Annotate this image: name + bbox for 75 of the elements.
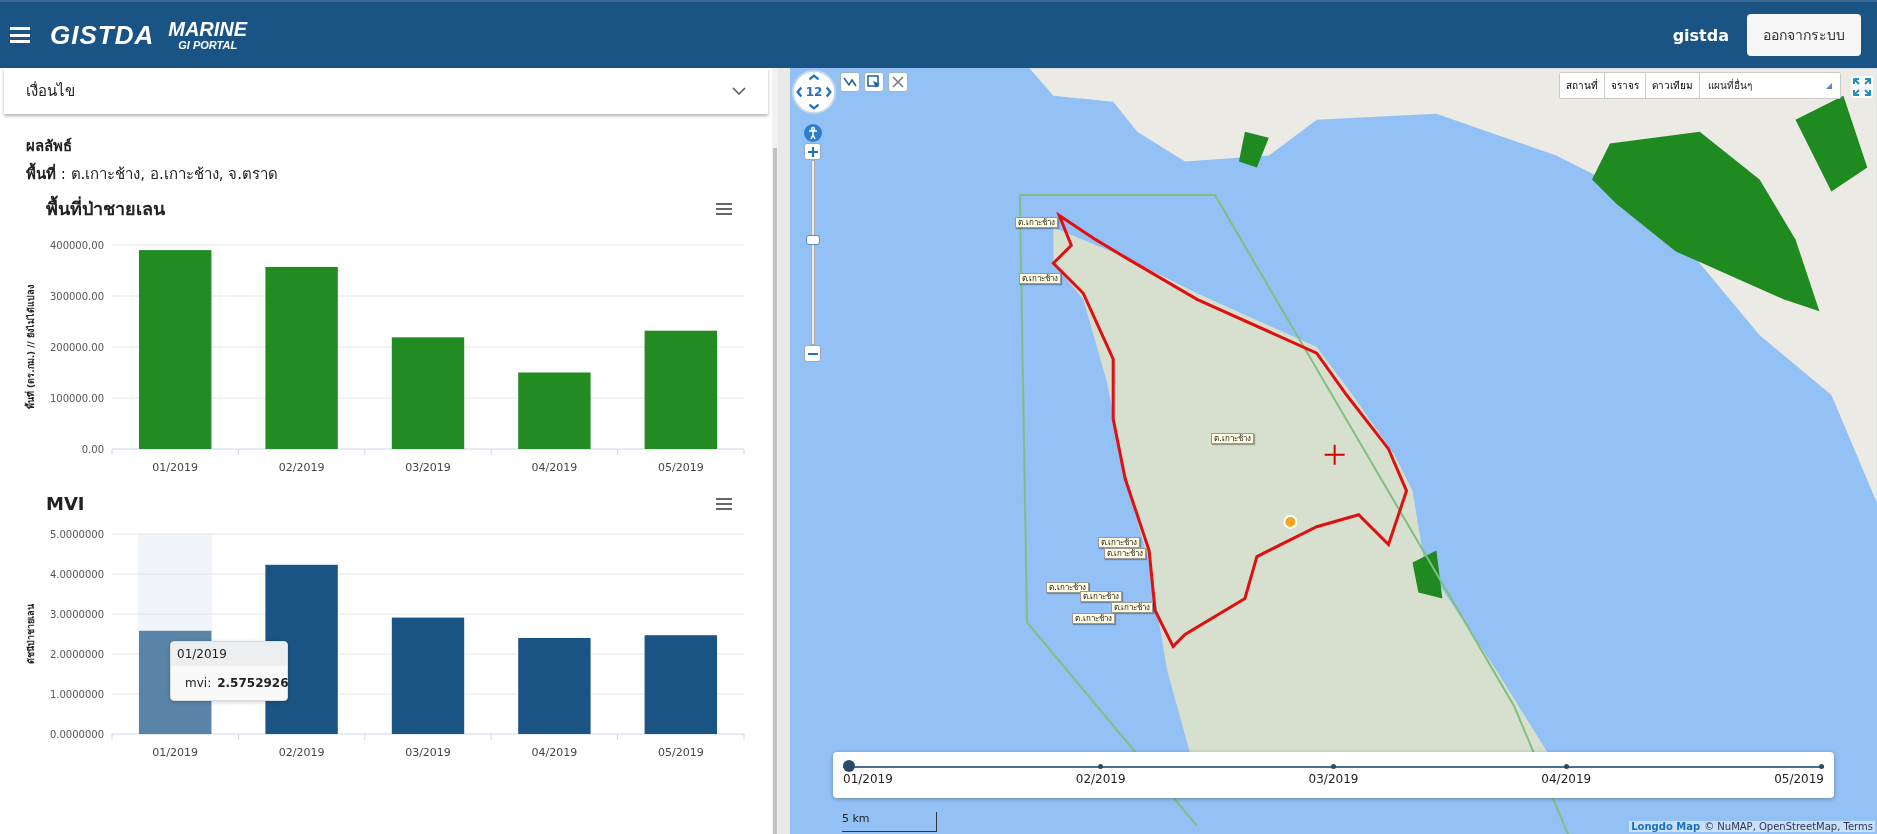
person-icon[interactable] (804, 124, 822, 142)
axis-label: 1.0000000 (49, 689, 104, 700)
axis-label: 4.0000000 (49, 569, 104, 580)
zoom-level: 12 (805, 85, 823, 99)
timeline-step[interactable]: 01/2019 (843, 760, 893, 786)
scrollbar[interactable] (772, 68, 778, 834)
brand-logo: GISTDA (50, 19, 155, 51)
axis-title: พื้นที่ (ตร.กม.) // ยังไม่ได้แปลง (26, 285, 36, 409)
logout-button[interactable]: ออกจากระบบ (1747, 14, 1861, 56)
marker-label[interactable]: ต.เกาะช้าง (1079, 591, 1123, 603)
axis-label: 400000.00 (49, 240, 104, 251)
axis-label: 02/2019 (278, 461, 325, 474)
chart-title: MVI (46, 493, 85, 514)
axis-label: 0.00 (81, 444, 104, 455)
slider-thumb[interactable] (806, 234, 820, 245)
conditions-accordion[interactable]: เงื่อนไข (4, 68, 768, 114)
accordion-title: เงื่อนไข (26, 80, 75, 102)
area-text: พื้นที่ : ต.เกาะช้าง, อ.เกาะช้าง, จ.ตราด (26, 162, 746, 186)
axis-label: 03/2019 (405, 746, 451, 759)
timeline-step[interactable]: 05/2019 (1774, 760, 1824, 786)
axis-label: 04/2019 (531, 746, 578, 759)
bar[interactable] (391, 617, 465, 734)
axis-label: 0.0000000 (49, 729, 104, 740)
scale-bar: 5 km (842, 812, 937, 832)
logo-subtitle: GI PORTAL (178, 39, 238, 51)
marker-label[interactable]: ต.เกาะช้าง (1018, 272, 1062, 284)
marker-label[interactable]: ต.เกาะช้าง (1046, 581, 1089, 593)
fullscreen-icon[interactable] (1851, 76, 1873, 98)
layer-dropdown[interactable]: แผนที่อื่นๆ (1700, 73, 1840, 98)
zoom-slider[interactable] (805, 160, 821, 345)
chart-title: พื้นที่ป่าชายเลน (46, 194, 165, 223)
menu-icon[interactable] (716, 497, 732, 510)
marker-label[interactable]: ต.เกาะช้าง (1015, 216, 1058, 228)
caret-icon (1826, 82, 1832, 89)
logo-title: MARINE (168, 19, 248, 39)
marker-label[interactable]: ต.เกาะช้าง (1103, 548, 1147, 560)
axis-label: 2.0000000 (49, 649, 104, 660)
marker-label[interactable]: ต.เกาะช้าง (1072, 612, 1115, 624)
plus-icon (807, 146, 818, 157)
axis-label: 01/2019 (152, 746, 199, 759)
series-label: mvi: (185, 676, 212, 690)
timeline-step[interactable]: 04/2019 (1541, 760, 1592, 786)
axis-label: 300000.00 (49, 291, 104, 302)
menu-icon[interactable] (10, 27, 30, 43)
axis-label: 02/2019 (278, 746, 325, 759)
chevron-icon[interactable] (732, 86, 746, 96)
username: gistda (1672, 25, 1729, 45)
zoom-out-button[interactable] (804, 345, 821, 362)
axis-label: 5.0000000 (49, 529, 104, 540)
tooltip-title: 01/2019 (171, 642, 287, 666)
axis-label: 03/2019 (405, 461, 451, 474)
marker-label[interactable]: ต.เกาะช้าง (1110, 602, 1154, 614)
axis-label: 05/2019 (657, 461, 704, 474)
marker-label[interactable]: ต.เกาะช้าง (1211, 433, 1254, 445)
map-attribution: © NuMAP, OpenStreetMap, Terms (1704, 821, 1873, 832)
select-tool-icon[interactable] (864, 72, 884, 92)
menu-icon[interactable] (716, 202, 732, 215)
timeline-step[interactable]: 02/2019 (1075, 760, 1126, 786)
axis-label: 01/2019 (152, 461, 199, 474)
tooltip-value: 2.5752926 (217, 676, 289, 690)
timeline-step[interactable]: 03/2019 (1308, 760, 1359, 786)
axis-title: ดัชนีป่าชายเลน (26, 604, 36, 664)
axis-label: 100000.00 (49, 393, 104, 404)
axis-label: 200000.00 (49, 342, 104, 353)
close-icon[interactable] (888, 72, 908, 92)
line-tool-icon[interactable] (840, 72, 860, 92)
axis-label: 05/2019 (657, 746, 704, 759)
marker-label[interactable]: ต.เกาะช้าง (1097, 537, 1141, 549)
zoom-in-button[interactable] (804, 143, 821, 160)
results-title: ผลลัพธ์ (26, 136, 73, 157)
map-logo: Longdo Map (1631, 821, 1701, 832)
axis-label: 04/2019 (531, 461, 578, 474)
layer-button[interactable]: สถานที่ (1560, 73, 1605, 98)
bar[interactable] (391, 337, 465, 449)
axis-label: 3.0000000 (49, 609, 104, 620)
